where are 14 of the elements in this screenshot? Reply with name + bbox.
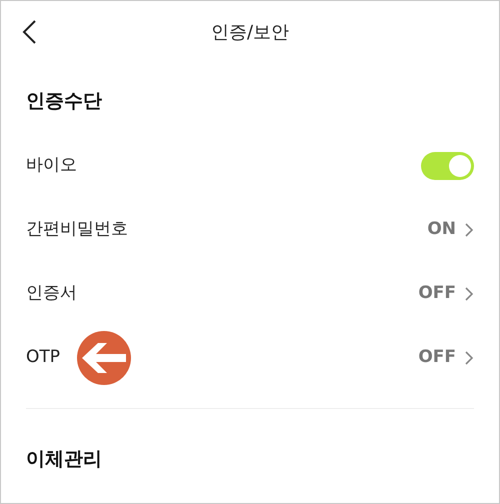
toggle-switch[interactable] [421,152,474,180]
chevron-icon [464,350,474,366]
setting-value-link[interactable]: OFF [418,344,474,370]
setting-label: OTP [26,346,60,369]
setting-value-link[interactable]: OFF [418,280,474,306]
setting-value-link[interactable]: ON [427,216,474,242]
setting-label: 간편비밀번호 [26,218,128,241]
setting-label: 바이오 [26,154,77,177]
section-title: 이체관리 [25,446,103,472]
chevron-icon [464,286,474,302]
page-title: 인증/보안 [210,20,290,44]
chevron-icon [464,222,474,238]
setting-label: 인증서 [26,282,77,305]
section-title: 인증수단 [25,89,103,114]
